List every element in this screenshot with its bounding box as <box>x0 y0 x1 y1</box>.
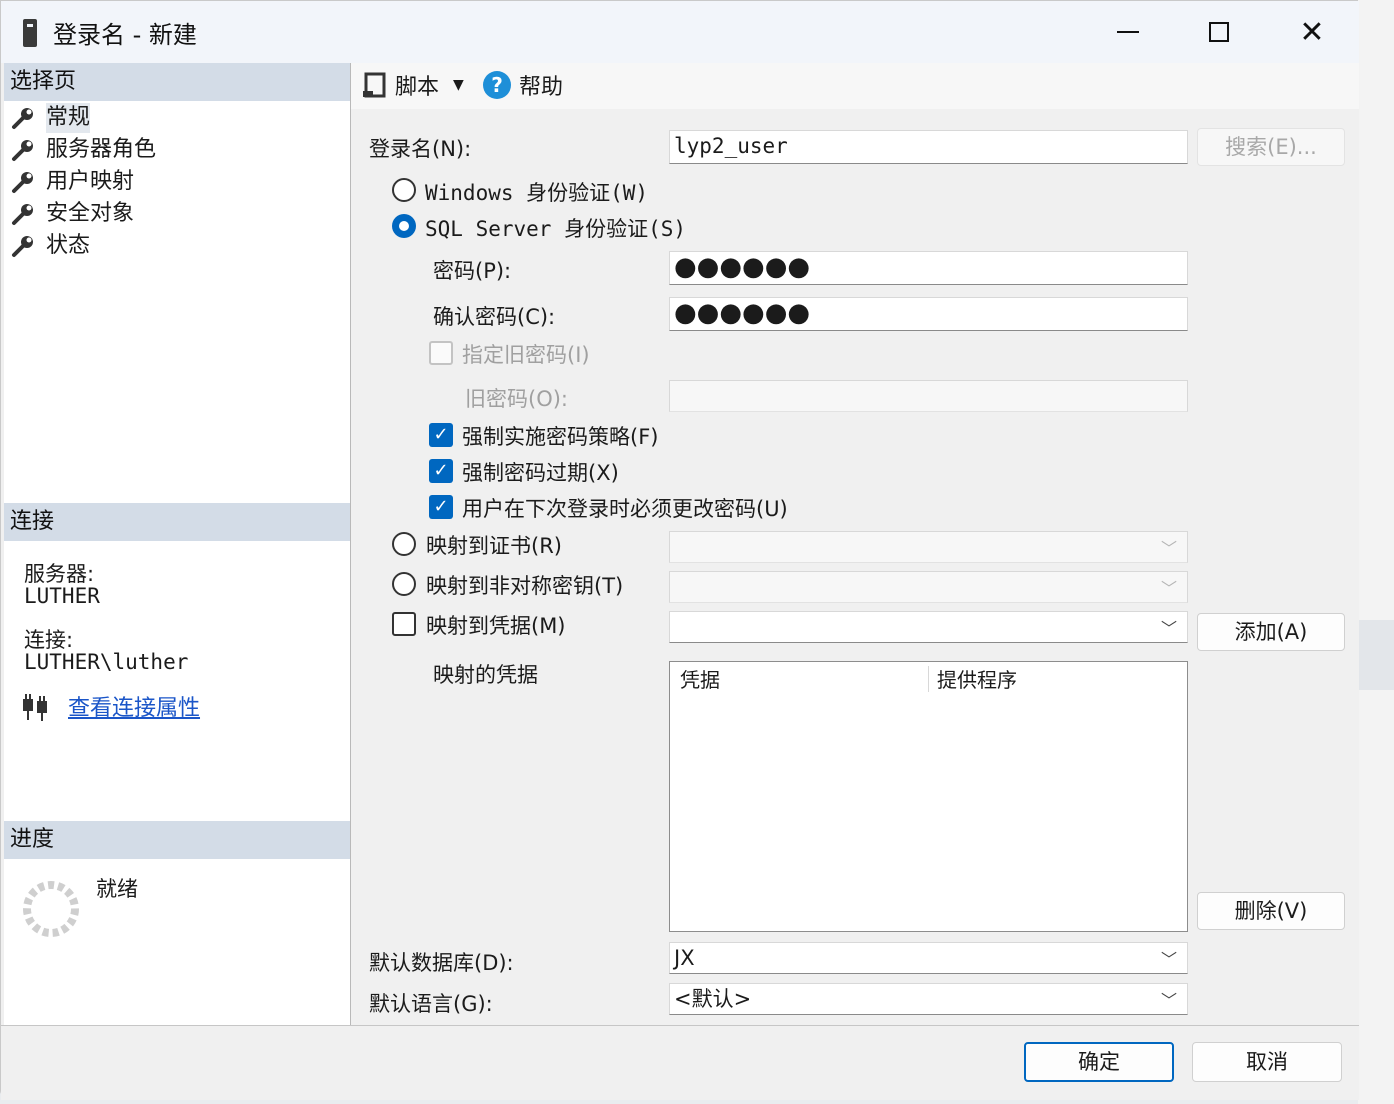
page-item-label: 安全对象 <box>46 201 135 226</box>
map-asym-key-label: 映射到非对称密钥(T) <box>426 574 624 598</box>
script-label: 脚本 <box>395 75 440 100</box>
close-button[interactable]: ✕ <box>1289 9 1335 55</box>
chevron-down-icon: ﹀ <box>1160 619 1177 638</box>
confirm-password-input[interactable]: ●●●●●● <box>669 297 1188 331</box>
server-icon <box>23 19 37 47</box>
chevron-down-icon: ﹀ <box>1160 991 1177 1010</box>
sql-auth-label: SQL Server 身份验证(S) <box>425 217 687 241</box>
login-name-input[interactable]: lyp2_user <box>669 130 1188 164</box>
chevron-down-icon: ﹀ <box>1160 579 1177 598</box>
windows-auth-label: Windows 身份验证(W) <box>425 181 649 205</box>
grid-header-credential[interactable]: 凭据 <box>680 664 720 693</box>
login-name-label: 登录名(N): <box>369 137 472 161</box>
page-item-user-mapping[interactable]: 用户映射 <box>10 167 134 197</box>
title-bar: 登录名 - 新建 ✕ <box>1 1 1359 63</box>
minimize-icon <box>1117 31 1139 33</box>
login-dialog: 登录名 - 新建 ✕ 选择页 常规 服务器角色 用户映射 安全对象 状态 连接 … <box>0 0 1359 1100</box>
chevron-down-icon: ﹀ <box>1160 950 1177 969</box>
page-item-server-roles[interactable]: 服务器角色 <box>10 135 156 165</box>
confirm-password-label: 确认密码(C): <box>433 305 556 329</box>
grid-header-provider[interactable]: 提供程序 <box>937 664 1017 693</box>
close-icon: ✕ <box>1299 14 1325 50</box>
connection-header: 连接 <box>4 503 350 541</box>
checkmark-icon: ✓ <box>433 460 449 481</box>
map-asym-key-radio[interactable] <box>392 572 416 596</box>
maximize-button[interactable] <box>1196 9 1242 55</box>
dropdown-caret-icon[interactable]: ▼ <box>453 77 464 93</box>
cancel-button[interactable]: 取消 <box>1192 1042 1342 1082</box>
checkmark-icon: ✓ <box>433 496 449 517</box>
enforce-policy-label: 强制实施密码策略(F) <box>462 425 659 449</box>
specify-old-password-label: 指定旧密码(I) <box>462 343 590 367</box>
plug-icon <box>23 694 47 721</box>
progress-header: 进度 <box>4 821 350 859</box>
enforce-expiration-checkbox[interactable]: ✓ <box>429 459 453 483</box>
wrench-icon <box>12 140 33 161</box>
default-language-value: <默认> <box>674 987 752 1011</box>
page-item-label: 用户映射 <box>46 169 135 194</box>
ok-button[interactable]: 确定 <box>1024 1042 1174 1082</box>
must-change-label: 用户在下次登录时必须更改密码(U) <box>462 497 788 521</box>
script-icon <box>363 72 386 98</box>
default-language-label: 默认语言(G): <box>369 992 493 1016</box>
credential-select[interactable]: ﹀ <box>669 611 1188 643</box>
view-connection-properties-link[interactable]: 查看连接属性 <box>68 690 200 722</box>
wrench-icon <box>12 108 33 129</box>
toolbar: 脚本 ▼ ? 帮助 <box>351 63 1359 110</box>
page-item-label: 状态 <box>46 233 91 258</box>
page-item-status[interactable]: 状态 <box>10 231 90 261</box>
password-input[interactable]: ●●●●●● <box>669 251 1188 285</box>
page-item-general[interactable]: 常规 <box>10 103 91 133</box>
column-divider[interactable] <box>928 666 929 692</box>
select-page-header: 选择页 <box>4 63 350 101</box>
server-value: LUTHER <box>24 584 100 608</box>
default-database-select[interactable]: JX ﹀ <box>669 942 1188 974</box>
password-label: 密码(P): <box>433 259 512 283</box>
window-title: 登录名 - 新建 <box>53 21 197 49</box>
checkmark-icon: ✓ <box>433 424 449 445</box>
must-change-checkbox[interactable]: ✓ <box>429 495 453 519</box>
default-language-select[interactable]: <默认> ﹀ <box>669 983 1188 1015</box>
map-credential-label: 映射到凭据(M) <box>426 614 566 638</box>
sql-auth-radio[interactable] <box>392 214 416 238</box>
minimize-button[interactable] <box>1105 9 1151 55</box>
mapped-credentials-grid[interactable]: 凭据 提供程序 <box>669 661 1188 932</box>
wrench-icon <box>12 204 33 225</box>
script-button[interactable]: 脚本 ▼ <box>361 69 464 101</box>
enforce-expiration-label: 强制密码过期(X) <box>462 461 619 485</box>
map-credential-checkbox[interactable] <box>392 612 416 636</box>
progress-spinner-icon <box>23 881 79 937</box>
map-certificate-label: 映射到证书(R) <box>426 534 562 558</box>
wrench-icon <box>12 172 33 193</box>
chevron-down-icon: ﹀ <box>1160 539 1177 558</box>
background-window <box>1358 0 1394 1104</box>
default-database-label: 默认数据库(D): <box>369 951 514 975</box>
maximize-icon <box>1209 22 1229 42</box>
mapped-credentials-label: 映射的凭据 <box>433 663 538 687</box>
specify-old-password-checkbox[interactable] <box>429 341 453 365</box>
enforce-policy-checkbox[interactable]: ✓ <box>429 423 453 447</box>
remove-credential-button[interactable]: 删除(V) <box>1197 892 1345 930</box>
wrench-icon <box>12 236 33 257</box>
asym-key-select[interactable]: ﹀ <box>669 571 1188 603</box>
help-label: 帮助 <box>519 75 564 100</box>
certificate-select[interactable]: ﹀ <box>669 531 1188 563</box>
connection-value: LUTHER\luther <box>24 650 189 674</box>
left-pane: 选择页 常规 服务器角色 用户映射 安全对象 状态 连接 服务器: LUTHER… <box>4 63 351 1025</box>
page-item-label: 服务器角色 <box>46 137 157 162</box>
old-password-label: 旧密码(O): <box>465 387 568 411</box>
help-icon: ? <box>483 71 511 99</box>
search-button[interactable]: 搜索(E)... <box>1197 128 1345 166</box>
add-credential-button[interactable]: 添加(A) <box>1197 613 1345 651</box>
page-item-securables[interactable]: 安全对象 <box>10 199 134 229</box>
old-password-input[interactable] <box>669 380 1188 412</box>
page-item-label: 常规 <box>46 103 91 133</box>
default-database-value: JX <box>674 946 695 970</box>
windows-auth-radio[interactable] <box>392 178 416 202</box>
help-button[interactable]: ? 帮助 <box>483 69 563 101</box>
map-certificate-radio[interactable] <box>392 532 416 556</box>
progress-status: 就绪 <box>96 877 138 901</box>
